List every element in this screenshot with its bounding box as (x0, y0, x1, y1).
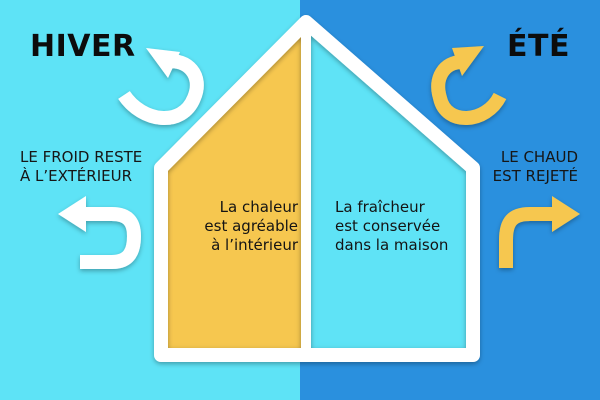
summer-room-caption: La fraîcheur est conservée dans la maiso… (335, 198, 449, 255)
winter-title: HIVER (30, 29, 136, 64)
summer-title: ÉTÉ (507, 29, 570, 64)
summer-side-caption: LE CHAUD EST REJETÉ (492, 148, 578, 186)
winter-side-caption: LE FROID RESTE À L’EXTÉRIEUR (20, 148, 143, 186)
heat-comparison-diagram: HIVER LE FROID RESTE À L’EXTÉRIEUR La ch… (0, 0, 600, 400)
winter-room-caption: La chaleur est agréable à l’intérieur (204, 198, 298, 255)
